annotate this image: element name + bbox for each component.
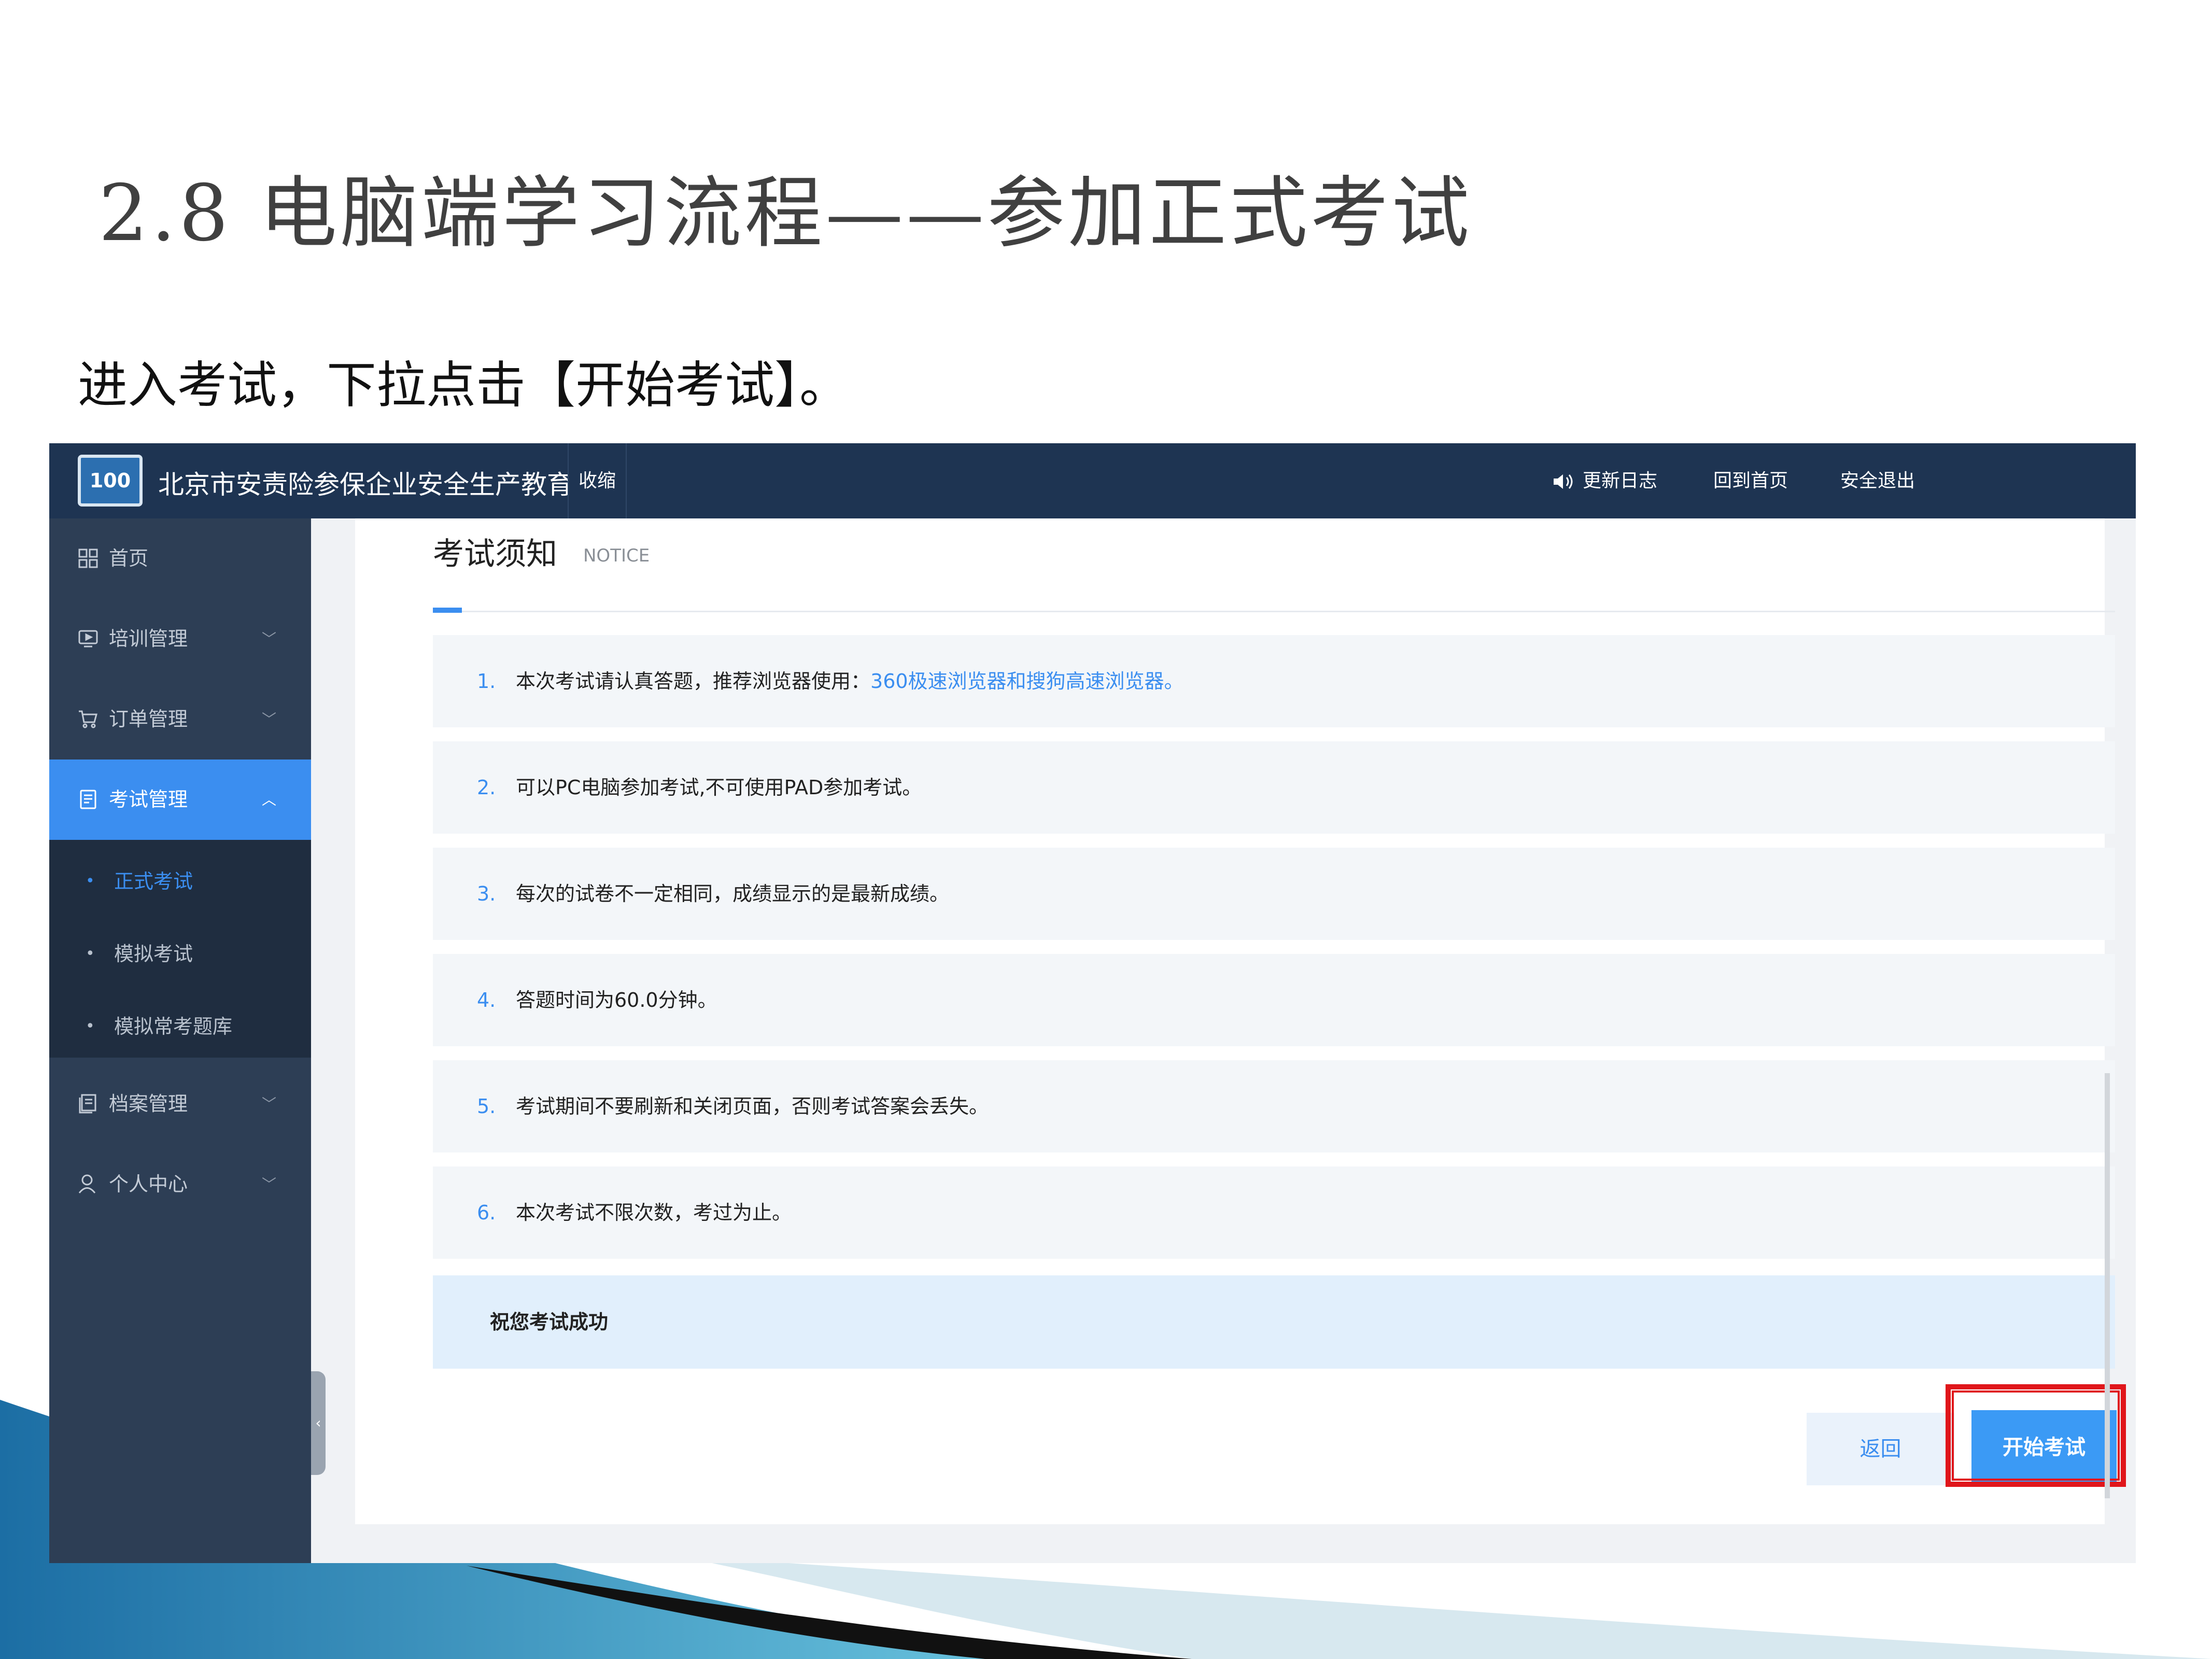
rule-number: 3. — [477, 882, 496, 905]
sidebar-item-orders[interactable]: 订单管理 ﹀ — [49, 679, 311, 760]
rule-text-highlight: 360极速浏览器和搜狗高速浏览器。 — [870, 670, 1184, 693]
rule-number: 2. — [477, 776, 496, 799]
title-accent-bar — [433, 608, 462, 613]
sidebar-item-label: 首页 — [109, 547, 149, 570]
document-icon — [80, 790, 96, 809]
collapse-button[interactable]: 收缩 — [568, 443, 627, 518]
sidebar-toggle-handle[interactable]: ‹ — [311, 1371, 326, 1475]
org-logo: 100 — [78, 455, 143, 507]
sidebar-item-home[interactable]: 首页 — [49, 518, 311, 599]
chevron-down-icon: ﹀ — [262, 711, 277, 728]
app-screenshot: 100 北京市安责险参保企业安全生产教育 收缩 更新日志 回到首页 安全退出 首… — [49, 443, 2136, 1563]
user-icon — [78, 1174, 96, 1193]
rule-text: 每次的试卷不一定相同，成绩显示的是最新成绩。 — [516, 882, 950, 905]
update-log-link[interactable]: 更新日志 — [1553, 443, 1657, 518]
notice-rule: 6. 本次考试不限次数，考过为止。 — [433, 1166, 2115, 1259]
exam-notice-panel: 考试须知 NOTICE 1. 本次考试请认真答题，推荐浏览器使用：360极速浏览… — [355, 518, 2126, 1524]
archive-icon — [79, 1094, 96, 1114]
org-name: 北京市安责险参保企业安全生产教育 — [158, 470, 568, 500]
submenu-item-formal-exam[interactable]: • 正式考试 — [49, 845, 311, 918]
chevron-down-icon: ﹀ — [262, 1176, 277, 1193]
rule-number: 4. — [477, 989, 496, 1011]
rule-text: 答题时间为60.0分钟。 — [516, 989, 717, 1011]
notice-rule: 3. 每次的试卷不一定相同，成绩显示的是最新成绩。 — [433, 848, 2115, 940]
notice-rule: 4. 答题时间为60.0分钟。 — [433, 954, 2115, 1046]
notice-rule: 1. 本次考试请认真答题，推荐浏览器使用：360极速浏览器和搜狗高速浏览器。 — [433, 635, 2115, 727]
sidebar-item-profile[interactable]: 个人中心 ﹀ — [49, 1144, 311, 1225]
submenu-item-label: 模拟考试 — [114, 943, 193, 965]
annotation-highlight-box-inner — [1952, 1390, 2120, 1481]
bullet-icon: • — [86, 872, 95, 890]
good-luck-text: 祝您考试成功 — [490, 1311, 609, 1333]
home-link[interactable]: 回到首页 — [1713, 443, 1788, 518]
rule-number: 5. — [477, 1095, 496, 1118]
update-log-label: 更新日志 — [1583, 470, 1658, 491]
chevron-left-icon: ‹ — [315, 1414, 321, 1431]
chevron-up-icon: ︿ — [262, 791, 277, 808]
logout-link[interactable]: 安全退出 — [1840, 443, 1915, 518]
speaker-icon — [1554, 474, 1573, 489]
submenu-item-question-bank[interactable]: • 模拟常考题库 — [49, 990, 311, 1063]
submenu-item-label: 正式考试 — [114, 870, 193, 893]
chevron-down-icon: ﹀ — [262, 1095, 277, 1113]
chevron-down-icon: ﹀ — [262, 630, 277, 648]
divider — [433, 611, 2115, 612]
rule-number: 6. — [477, 1201, 496, 1224]
sidebar-item-label: 个人中心 — [109, 1173, 188, 1196]
slide-subtitle: 进入考试，下拉点击【开始考试】。 — [78, 356, 849, 414]
bullet-icon: • — [86, 1017, 95, 1035]
scrollbar[interactable] — [2105, 1073, 2110, 1498]
submenu-item-label: 模拟常考题库 — [114, 1015, 233, 1038]
rule-number: 1. — [477, 670, 496, 693]
notice-title: 考试须知 — [433, 536, 557, 572]
sidebar-item-archives[interactable]: 档案管理 ﹀ — [49, 1064, 311, 1144]
bullet-icon: • — [86, 945, 95, 963]
good-luck-banner: 祝您考试成功 — [433, 1275, 2115, 1369]
grid-icon — [78, 549, 98, 568]
back-button[interactable]: 返回 — [1807, 1413, 1954, 1485]
cart-icon — [79, 710, 97, 728]
rule-text: 本次考试请认真答题，推荐浏览器使用：360极速浏览器和搜狗高速浏览器。 — [516, 635, 1184, 727]
slide-title: 2.8 电脑端学习流程——参加正式考试 — [98, 168, 1473, 259]
notice-title-en: NOTICE — [583, 545, 650, 566]
rule-text: 考试期间不要刷新和关闭页面，否则考试答案会丢失。 — [516, 1095, 989, 1118]
sidebar-item-training[interactable]: 培训管理 ﹀ — [49, 599, 311, 679]
sidebar-item-label: 培训管理 — [109, 627, 188, 650]
notice-rule: 5. 考试期间不要刷新和关闭页面，否则考试答案会丢失。 — [433, 1060, 2115, 1152]
sidebar: 首页 培训管理 ﹀ 订单管理 ﹀ 考试管理 ︿ • 正式考试 • 模拟考试 • … — [49, 518, 311, 1563]
monitor-icon — [78, 630, 98, 648]
submenu-item-mock-exam[interactable]: • 模拟考试 — [49, 918, 311, 990]
rule-text: 可以PC电脑参加考试,不可使用PAD参加考试。 — [516, 776, 922, 799]
sidebar-item-label: 档案管理 — [109, 1092, 188, 1115]
top-navbar: 100 北京市安责险参保企业安全生产教育 收缩 更新日志 回到首页 安全退出 — [49, 443, 2136, 518]
sidebar-item-label: 订单管理 — [109, 708, 188, 730]
rule-text-main: 本次考试请认真答题，推荐浏览器使用： — [516, 670, 871, 693]
rule-text: 本次考试不限次数，考过为止。 — [516, 1201, 792, 1224]
notice-rule: 2. 可以PC电脑参加考试,不可使用PAD参加考试。 — [433, 741, 2115, 834]
sidebar-item-label: 考试管理 — [109, 788, 188, 811]
sidebar-item-exams[interactable]: 考试管理 ︿ — [49, 760, 311, 840]
